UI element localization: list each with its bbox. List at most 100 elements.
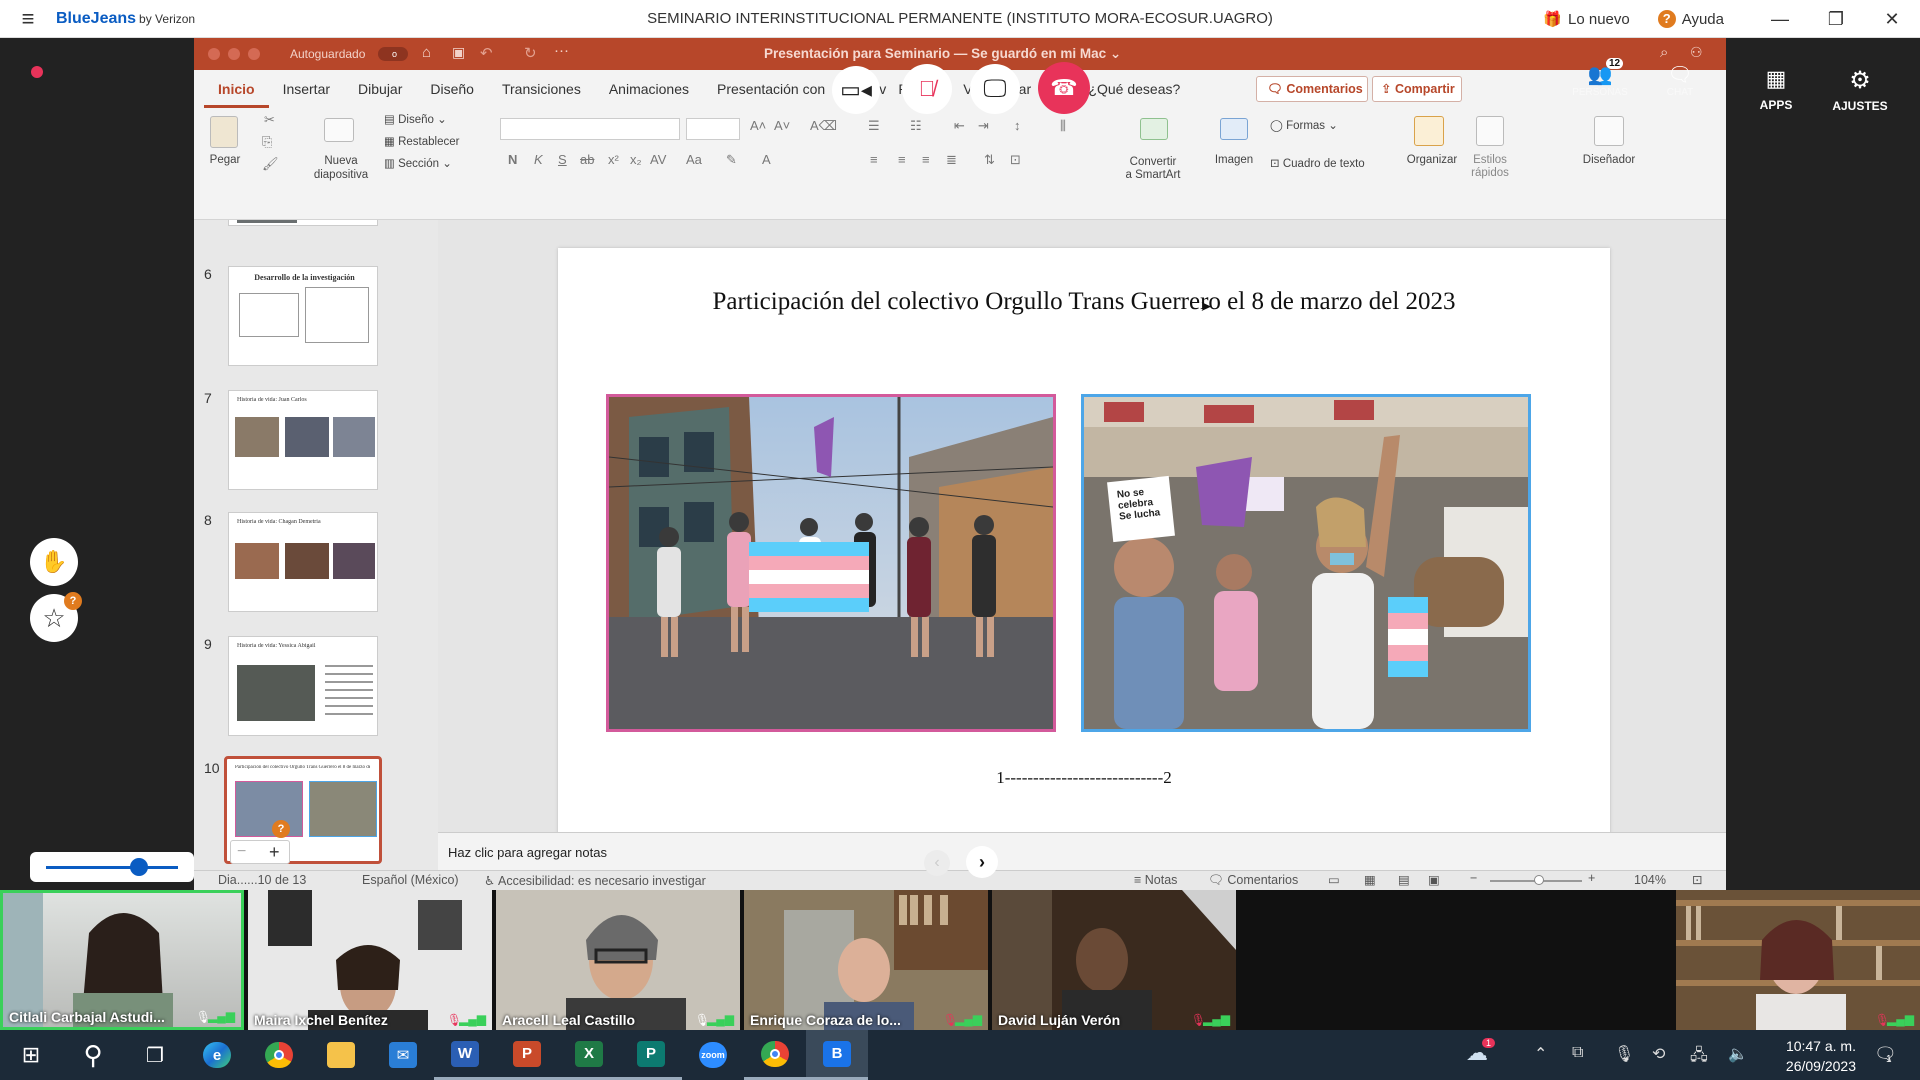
zoom-in-button[interactable]: +	[1588, 871, 1595, 885]
highlight-icon[interactable]: ✎	[726, 152, 737, 168]
smartart-icon[interactable]	[1140, 118, 1168, 140]
image-button[interactable]: Imagen	[1208, 154, 1260, 166]
change-case-icon[interactable]: Aa	[686, 152, 702, 167]
italic-icon[interactable]: K	[534, 152, 543, 167]
participant-tile[interactable]: Enrique Coraza de lo... 🎙 ▂▄▆	[744, 890, 988, 1030]
chrome-profile-app[interactable]	[744, 1030, 806, 1080]
start-button[interactable]: ⊞	[0, 1030, 62, 1080]
language-status[interactable]: Español (México)	[362, 873, 459, 887]
cut-icon[interactable]: ✂	[264, 112, 275, 128]
designer-button[interactable]: Diseñador	[1574, 154, 1644, 166]
prev-slide-button[interactable]: ‹	[924, 850, 950, 876]
slide-thumbnail[interactable]: Historia de vida: Yessica Abigail	[228, 636, 378, 736]
slide-thumbnail[interactable]: Desarrollo de la investigación	[228, 266, 378, 366]
slide-sorter-icon[interactable]: ▦	[1364, 872, 1376, 887]
system-clock[interactable]: 10:47 a. m. 26/09/2023	[1786, 1036, 1856, 1076]
word-app[interactable]: W	[434, 1030, 496, 1080]
next-slide-button[interactable]: ›	[966, 846, 998, 878]
zoom-in-icon[interactable]: +	[269, 842, 280, 863]
close-button[interactable]: ✕	[1864, 9, 1920, 30]
zoom-slider-thumb[interactable]	[1534, 875, 1544, 885]
more-icon[interactable]: ···	[554, 42, 569, 59]
reset-button[interactable]: ▦ Restablecer	[384, 134, 459, 148]
align-text-icon[interactable]: ⊡	[1010, 152, 1021, 168]
edge-app[interactable]: e	[186, 1030, 248, 1080]
tab-insertar[interactable]: Insertar	[269, 70, 344, 108]
participant-tile[interactable]: David Luján Verón 🎙 ▂▄▆	[992, 890, 1236, 1030]
slide-thumbnail[interactable]: Historia de vida: Chagan Demetria	[228, 512, 378, 612]
font-shrink-icon[interactable]: A˅	[774, 118, 790, 133]
people-button[interactable]: 👥 12 PERSONAS	[1570, 58, 1630, 98]
bullets-icon[interactable]: ☰	[868, 118, 880, 134]
new-slide-button[interactable]: Nueva diapositiva	[310, 154, 372, 182]
font-grow-icon[interactable]: A˄	[750, 118, 766, 133]
chat-button[interactable]: 🗨 CHAT	[1650, 62, 1710, 98]
format-painter-icon[interactable]: 🖌	[262, 156, 279, 172]
tab-animaciones[interactable]: Animaciones	[595, 70, 703, 108]
raise-hand-button[interactable]: ✋	[30, 538, 78, 586]
slide-thumbnail-5[interactable]	[228, 220, 378, 226]
zoom-app[interactable]: zoom	[682, 1030, 744, 1080]
zoom-out-icon[interactable]: −	[237, 843, 246, 861]
slide-caption[interactable]: 1----------------------------2	[558, 768, 1610, 788]
slide-thumbnails-pane[interactable]: 6 Desarrollo de la investigación 7 Histo…	[194, 220, 438, 870]
home-icon[interactable]: ⌂	[422, 44, 431, 61]
screen-share-button[interactable]: 🖵	[970, 64, 1020, 114]
convert-smartart-button[interactable]: Convertir a SmartArt	[1116, 156, 1190, 182]
increase-indent-icon[interactable]: ⇥	[978, 118, 989, 134]
accessibility-status[interactable]: ♿ Accesibilidad: es necesario investigar	[484, 873, 706, 888]
help-badge-icon[interactable]: ?	[272, 820, 290, 838]
settings-button[interactable]: ⚙ AJUSTES	[1810, 66, 1910, 113]
share-button[interactable]: ⇪ Compartir	[1372, 76, 1462, 102]
tab-dibujar[interactable]: Dibujar	[344, 70, 416, 108]
search-button[interactable]: ⚲	[62, 1030, 124, 1080]
hamburger-menu-icon[interactable]: ≡	[0, 6, 56, 32]
bold-icon[interactable]: N	[508, 152, 517, 167]
tab-inicio[interactable]: Inicio	[204, 70, 269, 108]
camera-tray-icon[interactable]: ⧉	[1572, 1044, 1583, 1062]
volume-slider[interactable]	[30, 852, 194, 882]
slideshow-icon[interactable]: ▣	[1428, 872, 1440, 887]
undo-icon[interactable]: ↶	[480, 44, 493, 62]
underline-icon[interactable]: S	[558, 152, 567, 167]
font-color-icon[interactable]: A	[762, 152, 771, 167]
self-view-tile[interactable]: 🎙 ▂▄▆	[1676, 890, 1920, 1030]
font-size-dropdown[interactable]	[686, 118, 740, 140]
align-center-icon[interactable]: ≡	[898, 152, 906, 167]
volume-icon[interactable]: 🔈	[1728, 1044, 1748, 1064]
autosave-toggle[interactable]: o	[378, 47, 408, 61]
comments-toggle[interactable]: 🗨 Comentarios	[1208, 873, 1298, 888]
paste-icon[interactable]	[210, 116, 238, 148]
subscript-icon[interactable]: x₂	[630, 152, 642, 167]
tab-transiciones[interactable]: Transiciones	[488, 70, 595, 108]
align-right-icon[interactable]: ≡	[922, 152, 930, 167]
chrome-app[interactable]	[248, 1030, 310, 1080]
arrange-icon[interactable]	[1414, 116, 1444, 146]
shapes-button[interactable]: ◯ Formas ⌄	[1270, 118, 1338, 132]
slide-photo-2[interactable]: No se celebra Se lucha	[1081, 394, 1531, 732]
char-spacing-icon[interactable]: AV	[650, 152, 666, 167]
align-left-icon[interactable]: ≡	[870, 152, 878, 167]
superscript-icon[interactable]: x²	[608, 152, 619, 167]
strikethrough-icon[interactable]: ab	[580, 152, 594, 167]
mute-button[interactable]: 🎙̸	[902, 64, 952, 114]
participant-tile[interactable]: Aracell Leal Castillo 🎙 ▂▄▆	[496, 890, 740, 1030]
numbering-icon[interactable]: ☷	[910, 118, 922, 134]
notes-toggle[interactable]: ≡ Notas	[1134, 873, 1177, 887]
notes-pane[interactable]: Haz clic para agregar notas	[438, 832, 1726, 872]
current-slide[interactable]: Participación del colectivo Orgullo Tran…	[558, 248, 1610, 840]
search-icon[interactable]: ⌕	[1660, 44, 1668, 61]
designer-icon[interactable]	[1594, 116, 1624, 146]
fit-slide-icon[interactable]: ⊡	[1692, 872, 1702, 887]
chevron-up-icon[interactable]: ⌃	[1534, 1044, 1547, 1064]
microphone-tray-icon[interactable]: 🎙	[1614, 1044, 1634, 1064]
minimize-button[interactable]: —	[1752, 9, 1808, 30]
clear-format-icon[interactable]: A⌫	[810, 118, 837, 134]
redo-icon[interactable]: ↻	[524, 44, 537, 62]
participant-tile[interactable]: Citlali Carbajal Astudi... 🎙 ▂▄▆	[0, 890, 244, 1030]
excel-app[interactable]: X	[558, 1030, 620, 1080]
network-sync-icon[interactable]: ⟲	[1652, 1044, 1665, 1064]
end-call-button[interactable]: ☎	[1038, 62, 1090, 114]
window-traffic-lights[interactable]	[208, 48, 268, 63]
share-people-icon[interactable]: ⚇	[1690, 44, 1703, 61]
